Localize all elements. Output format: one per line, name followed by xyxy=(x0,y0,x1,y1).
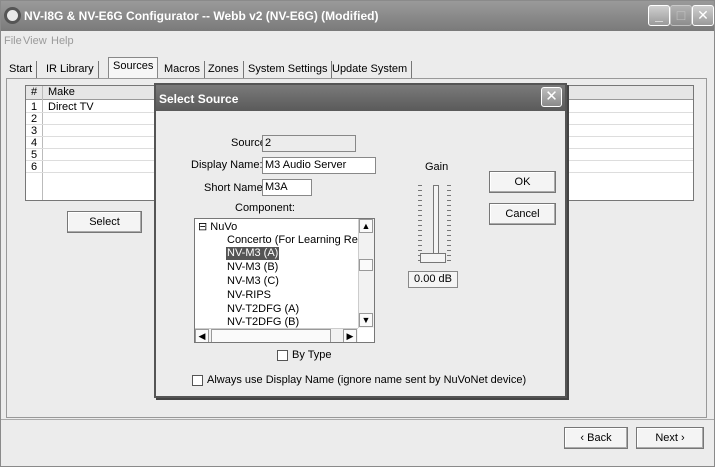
tree-root-label: NuVo xyxy=(210,221,238,233)
select-source-dialog: Select Source ✕ Source: 2 Display Name: … xyxy=(154,83,567,398)
scroll-h-thumb[interactable] xyxy=(211,329,331,342)
menu-file[interactable]: File xyxy=(4,35,22,47)
gain-ticks-right xyxy=(447,185,451,263)
always-use-display-name-checkbox[interactable] xyxy=(192,375,203,386)
scroll-down-icon[interactable]: ▼ xyxy=(359,313,373,327)
next-button[interactable]: Next › xyxy=(636,427,704,449)
minimize-button[interactable]: _ xyxy=(648,5,670,26)
always-use-display-name-label: Always use Display Name (ignore name sen… xyxy=(207,374,527,386)
short-name-input[interactable]: M3A xyxy=(262,179,312,196)
dialog-close-icon[interactable]: ✕ xyxy=(541,87,562,107)
bottom-divider xyxy=(1,419,714,420)
component-tree[interactable]: ⊟ NuVo Concerto (For Learning Remo NV-M3… xyxy=(194,218,375,343)
menu-help[interactable]: Help xyxy=(51,35,74,47)
row-number: 1 xyxy=(31,101,38,113)
tree-item[interactable]: Concerto (For Learning Remo xyxy=(227,234,373,247)
tab-sources[interactable]: Sources xyxy=(108,57,159,79)
tree-root-nuvo[interactable]: ⊟ NuVo xyxy=(198,221,237,234)
title-bar[interactable]: NV-I8G & NV-E6G Configurator -- Webb v2 … xyxy=(1,1,714,31)
tree-item[interactable]: NV-M3 (B) xyxy=(227,261,278,274)
scroll-thumb[interactable] xyxy=(359,259,373,271)
row-number: 2 xyxy=(31,113,38,125)
tree-item[interactable]: NV-T2DFG (A) xyxy=(227,303,299,316)
select-button[interactable]: Select xyxy=(67,211,142,233)
short-name-label: Short Name: xyxy=(204,182,266,194)
gain-slider[interactable] xyxy=(433,185,439,263)
ok-button[interactable]: OK xyxy=(489,171,556,193)
display-name-input[interactable]: M3 Audio Server xyxy=(262,157,376,174)
tab-system-settings[interactable]: System Settings xyxy=(244,61,333,79)
row-make: Direct TV xyxy=(48,101,94,113)
by-type-checkbox[interactable] xyxy=(277,350,288,361)
tree-horizontal-scrollbar[interactable]: ◀ ▶ xyxy=(195,328,358,342)
component-label: Component: xyxy=(235,202,295,214)
maximize-button[interactable]: □ xyxy=(670,5,692,26)
dialog-title: Select Source xyxy=(159,92,239,106)
tab-zones[interactable]: Zones xyxy=(204,61,244,79)
tree-collapse-icon[interactable]: ⊟ xyxy=(198,221,207,233)
dialog-title-bar[interactable]: Select Source ✕ xyxy=(156,85,565,111)
scroll-left-icon[interactable]: ◀ xyxy=(195,329,209,342)
tree-item-selected[interactable]: NV-M3 (A) xyxy=(226,247,280,260)
by-type-label: By Type xyxy=(292,349,332,361)
tab-update-system[interactable]: Update System xyxy=(328,61,413,79)
scroll-right-icon[interactable]: ▶ xyxy=(343,329,357,342)
tab-ir-library[interactable]: IR Library xyxy=(42,61,99,79)
tab-start[interactable]: Start xyxy=(5,61,38,79)
window-title: NV-I8G & NV-E6G Configurator -- Webb v2 … xyxy=(24,9,379,23)
gain-slider-thumb[interactable] xyxy=(420,253,446,263)
tree-item[interactable]: NV-M3 (C) xyxy=(227,275,279,288)
scroll-up-icon[interactable]: ▲ xyxy=(359,219,373,233)
app-icon xyxy=(4,7,21,24)
close-button[interactable]: ✕ xyxy=(692,5,714,26)
menu-bar: File View Help xyxy=(1,34,714,50)
gain-ticks-left xyxy=(418,185,422,263)
col-make-header: Make xyxy=(48,86,75,98)
source-field: 2 xyxy=(262,135,356,152)
back-button[interactable]: ‹ Back xyxy=(564,427,628,449)
configurator-window: NV-I8G & NV-E6G Configurator -- Webb v2 … xyxy=(0,0,715,467)
tree-item[interactable]: NV-RIPS xyxy=(227,289,271,302)
menu-view[interactable]: View xyxy=(23,35,47,47)
row-number: 6 xyxy=(31,161,38,173)
row-number: 5 xyxy=(31,149,38,161)
col-number-header: # xyxy=(31,86,38,98)
tree-vertical-scrollbar[interactable]: ▲ ▼ xyxy=(358,219,374,328)
gain-label: Gain xyxy=(425,161,449,173)
tab-bar: Start IR Library Sources Macros Zones Sy… xyxy=(1,57,714,79)
cancel-button[interactable]: Cancel xyxy=(489,203,556,225)
row-number: 3 xyxy=(31,125,38,137)
tab-macros[interactable]: Macros xyxy=(160,61,206,79)
row-number: 4 xyxy=(31,137,38,149)
display-name-label: Display Name: xyxy=(191,159,263,171)
gain-value: 0.00 dB xyxy=(408,271,458,288)
